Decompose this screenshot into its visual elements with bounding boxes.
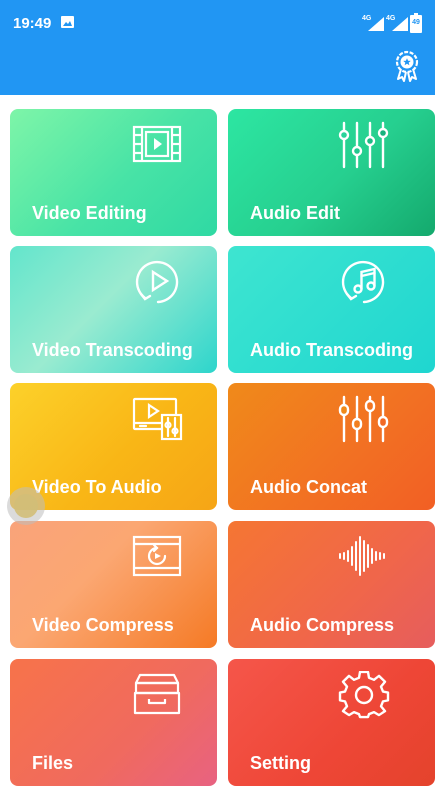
tile-label: Files <box>32 753 74 773</box>
setting-tile[interactable]: Setting <box>228 659 435 786</box>
video-editing-tile[interactable]: Video Editing <box>10 109 217 236</box>
play-circle-refresh-icon <box>135 260 179 304</box>
award-badge-icon[interactable] <box>392 50 422 82</box>
signal-strength-1: 4G <box>362 15 388 33</box>
tile-label: Audio Concat <box>250 477 367 497</box>
status-time: 19:49 <box>13 15 52 32</box>
video-to-audio-tile[interactable]: Video To Audio <box>10 383 217 510</box>
battery-indicator: 49 <box>410 13 422 33</box>
tile-label: Video Editing <box>32 203 147 223</box>
film-refresh-icon <box>132 535 182 577</box>
tile-label: Audio Compress <box>250 615 395 635</box>
signal-icon <box>392 17 408 31</box>
tile-label: Video Compress <box>32 615 174 635</box>
files-tile[interactable]: Files <box>10 659 217 786</box>
signal-icon <box>368 17 384 31</box>
archive-tray-icon <box>133 673 181 715</box>
video-compress-tile[interactable]: Video Compress <box>10 521 217 648</box>
tile-label: Audio Transcoding <box>250 340 414 360</box>
status-bar: 19:49 4G 4G 49 <box>0 0 435 48</box>
film-play-icon <box>132 125 182 163</box>
tile-label: Audio Edit <box>250 203 340 223</box>
app-bar: 19:49 4G 4G 49 <box>0 0 435 95</box>
equalizer-sliders-icon <box>338 121 389 169</box>
audio-transcoding-tile[interactable]: Audio Transcoding <box>228 246 435 373</box>
audio-edit-tile[interactable]: Audio Edit <box>228 109 435 236</box>
battery-percent: 49 <box>412 19 420 26</box>
mixer-sliders-icon <box>338 395 389 443</box>
video-transcoding-tile[interactable]: Video Transcoding <box>10 246 217 373</box>
signal-strength-2: 4G <box>386 15 412 33</box>
tile-label: Video Transcoding <box>32 340 193 360</box>
tile-label: Video To Audio <box>32 477 162 497</box>
tile-label: Setting <box>250 753 311 773</box>
monitor-play-sliders-icon <box>132 397 183 441</box>
music-note-circle-icon <box>341 260 385 304</box>
gear-icon <box>338 671 390 719</box>
audio-compress-tile[interactable]: Audio Compress <box>228 521 435 648</box>
sound-wave-icon <box>339 536 385 576</box>
floating-button-dot <box>14 494 38 518</box>
floating-assistive-button[interactable] <box>7 487 45 525</box>
audio-concat-tile[interactable]: Audio Concat <box>228 383 435 510</box>
image-notification-icon <box>61 16 74 28</box>
